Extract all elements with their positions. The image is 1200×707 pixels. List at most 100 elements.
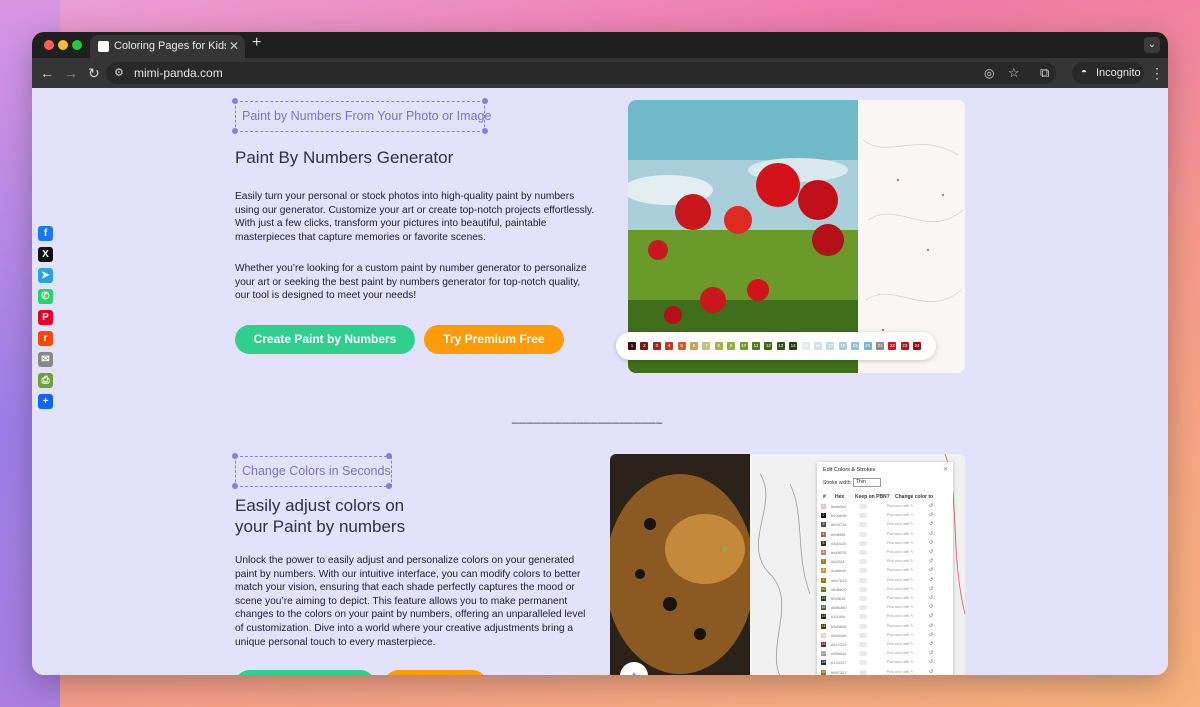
color-row[interactable]: 16 #612325 Pick color with ✎ ↺ [817,641,953,649]
keep-toggle[interactable] [859,623,867,629]
reset-color-icon[interactable]: ↺ [929,650,933,656]
pick-color-button[interactable]: Pick color with ✎ [887,670,913,674]
keep-toggle[interactable] [859,669,867,675]
keep-toggle[interactable] [859,651,867,657]
reset-color-icon[interactable]: ↺ [929,659,933,665]
keep-toggle[interactable] [859,559,867,565]
pick-color-button[interactable]: Pick color with ✎ [887,605,913,609]
try-premium-free-button[interactable]: Try Premium Free [424,325,564,354]
share-icon[interactable]: + [38,394,53,409]
tab-search-chevron-icon[interactable]: ⌄ [1144,37,1160,53]
color-row[interactable]: 14 #3d3b06 Pick color with ✎ ↺ [817,623,953,631]
browser-tab[interactable]: Coloring Pages for Kids and A ✕ [90,35,245,58]
reset-color-icon[interactable]: ↺ [929,613,933,619]
stroke-width-select[interactable]: Thin [853,478,881,487]
reset-color-icon[interactable]: ↺ [929,586,933,592]
create-paint-by-numbers-button[interactable]: Create Paint by Numbers [235,325,415,354]
pick-color-button[interactable]: Pick color with ✎ [887,513,913,517]
color-row[interactable]: 2 #10de0b Pick color with ✎ ↺ [817,512,953,520]
email-icon[interactable]: ✉ [38,352,53,367]
reset-color-icon[interactable]: ↺ [929,503,933,509]
color-row[interactable]: 19 #957322 Pick color with ✎ ↺ [817,669,953,675]
pick-color-button[interactable]: Pick color with ✎ [887,550,913,554]
color-row[interactable]: 13 #1f1d0b Pick color with ✎ ↺ [817,613,953,621]
pick-color-button[interactable]: Pick color with ✎ [887,504,913,508]
color-row[interactable]: 4 #9d6f56 Pick color with ✎ ↺ [817,531,953,539]
keep-toggle[interactable] [859,596,867,601]
reset-color-icon[interactable]: ↺ [929,567,933,573]
color-row[interactable]: 9 #8e7613 Pick color with ✎ ↺ [817,577,953,585]
reset-color-icon[interactable]: ↺ [929,549,933,555]
new-tab-button[interactable]: + [252,34,261,52]
color-row[interactable]: 15 #d4d4d6 Pick color with ✎ ↺ [817,632,953,640]
reset-color-icon[interactable]: ↺ [929,540,933,546]
section2-primary-button[interactable] [235,670,375,675]
pick-color-button[interactable]: Pick color with ✎ [887,651,913,655]
keep-toggle[interactable] [859,632,867,638]
pick-color-button[interactable]: Pick color with ✎ [887,522,913,526]
keep-toggle[interactable] [859,540,867,546]
facebook-icon[interactable]: f [38,226,53,241]
keep-toggle[interactable] [859,568,867,574]
reddit-icon[interactable]: r [38,331,53,346]
reset-color-icon[interactable]: ↺ [929,521,933,527]
pick-color-button[interactable]: Pick color with ✎ [887,568,913,572]
extensions-icon[interactable]: ⧉ [1040,65,1049,81]
reset-color-icon[interactable]: ↺ [929,604,933,610]
color-row[interactable]: 5 #3d2c20 Pick color with ✎ ↺ [817,540,953,548]
reset-color-icon[interactable]: ↺ [929,641,933,647]
pick-color-button[interactable]: Pick color with ✎ [887,532,913,536]
reset-color-icon[interactable]: ↺ [929,669,933,675]
keep-toggle[interactable] [859,513,867,519]
reset-color-icon[interactable]: ↺ [929,577,933,583]
reload-icon[interactable]: ↻ [88,65,100,81]
telegram-icon[interactable]: ➤ [38,268,53,283]
eye-off-icon[interactable]: ◎ [984,65,994,81]
keep-toggle[interactable] [859,550,867,555]
pinterest-icon[interactable]: P [38,310,53,325]
reset-color-icon[interactable]: ↺ [929,558,933,564]
pick-color-button[interactable]: Pick color with ✎ [887,633,913,637]
reset-color-icon[interactable]: ↺ [929,531,933,537]
back-arrow-icon[interactable]: ← [40,65,54,81]
color-row[interactable]: 1 #eac0c4 Pick color with ✎ ↺ [817,503,953,511]
close-window-button[interactable] [44,40,54,50]
keep-toggle[interactable] [859,522,867,528]
pick-color-button[interactable]: Pick color with ✎ [887,541,913,545]
keep-toggle[interactable] [859,577,867,583]
keep-toggle[interactable] [859,614,867,620]
reset-color-icon[interactable]: ↺ [929,512,933,518]
keep-toggle[interactable] [859,660,867,666]
color-row[interactable]: 17 #95a0a2 Pick color with ✎ ↺ [817,650,953,658]
color-row[interactable]: 7 #b0324 Pick color with ✎ ↺ [817,558,953,566]
keep-toggle[interactable] [859,504,867,509]
forward-arrow-icon[interactable]: → [64,65,78,81]
pick-color-button[interactable]: Pick color with ✎ [887,578,913,582]
bookmark-star-icon[interactable]: ☆ [1008,65,1020,81]
reset-color-icon[interactable]: ↺ [929,632,933,638]
keep-toggle[interactable] [859,605,867,611]
color-row[interactable]: 6 #c48070 Pick color with ✎ ↺ [817,549,953,557]
reset-color-icon[interactable]: ↺ [929,595,933,601]
kebab-menu-icon[interactable]: ⋮ [1150,65,1164,81]
pick-color-button[interactable]: Pick color with ✎ [887,559,913,563]
site-settings-icon[interactable]: ⚙ [114,67,126,79]
color-row[interactable]: 3 #63473e Pick color with ✎ ↺ [817,521,953,529]
minimize-window-button[interactable] [58,40,68,50]
color-row[interactable]: 12 #586360 Pick color with ✎ ↺ [817,604,953,612]
x-icon[interactable]: X [38,247,53,262]
color-row[interactable]: 11 #2f3b16 Pick color with ✎ ↺ [817,595,953,603]
color-row[interactable]: 8 #ca8e40 Pick color with ✎ ↺ [817,567,953,575]
keep-toggle[interactable] [859,586,867,592]
pick-color-button[interactable]: Pick color with ✎ [887,624,913,628]
print-icon[interactable]: ⎙ [38,373,53,388]
tab-close-icon[interactable]: ✕ [229,35,239,58]
keep-toggle[interactable] [859,531,867,537]
section2-secondary-button[interactable] [384,670,487,675]
pick-color-button[interactable]: Pick color with ✎ [887,587,913,591]
keep-toggle[interactable] [859,642,867,647]
reset-color-icon[interactable]: ↺ [929,623,933,629]
pick-color-button[interactable]: Pick color with ✎ [887,614,913,618]
edit-panel-close-icon[interactable]: ✕ [943,466,948,473]
maximize-window-button[interactable] [72,40,82,50]
